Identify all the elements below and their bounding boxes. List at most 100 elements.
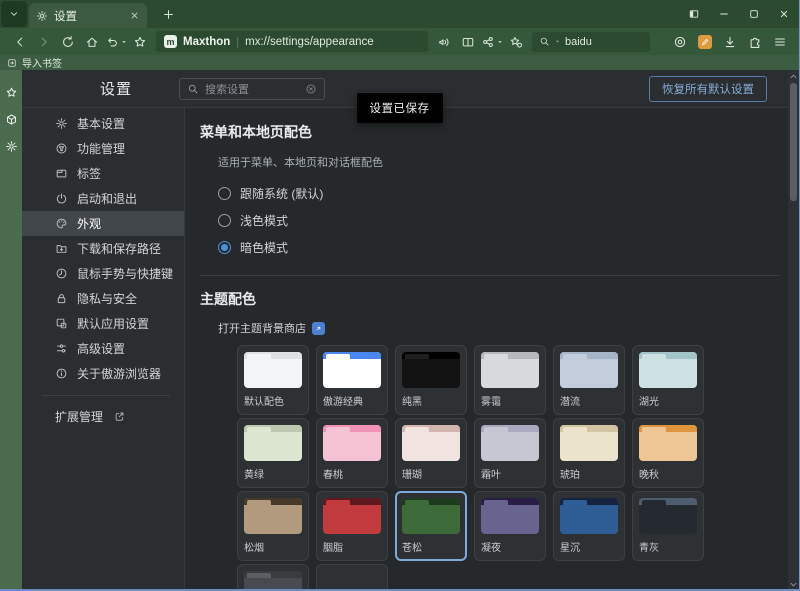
hamburger-icon	[773, 35, 787, 49]
settings-search-input[interactable]: 搜索设置	[179, 78, 325, 100]
theme-swatch-6[interactable]: 湖光	[632, 345, 704, 415]
settings-content: 菜单和本地页配色 适用于菜单、本地页和对话框配色 跟随系统 (默认)浅色模式暗色…	[185, 108, 799, 591]
theme-swatch-10[interactable]: 霜叶	[474, 418, 546, 488]
sidebar-item-10[interactable]: 高级设置	[22, 336, 184, 361]
tab-list-button[interactable]	[1, 1, 27, 27]
clear-search-icon[interactable]	[305, 83, 317, 95]
import-bookmarks-label[interactable]: 导入书签	[22, 55, 62, 70]
settings-menu: 基本设置功能管理标签启动和退出外观下载和保存路径鼠标手势与快捷键隐私与安全默认应…	[22, 108, 185, 591]
refresh-button[interactable]	[56, 31, 80, 53]
undo-button[interactable]	[104, 31, 128, 53]
theme-swatch-8[interactable]: 春桃	[316, 418, 388, 488]
camera-button[interactable]	[669, 31, 691, 53]
download-icon	[723, 35, 737, 49]
scrollbar-up-icon[interactable]	[788, 71, 799, 82]
sidebar-item-4[interactable]: 启动和退出	[22, 186, 184, 211]
radio-option-3[interactable]: 暗色模式	[218, 234, 779, 261]
forward-icon	[37, 35, 51, 49]
theme-preview	[639, 498, 697, 534]
action-icon-group	[669, 31, 791, 53]
hamburger-button[interactable]	[769, 31, 791, 53]
split-view-button[interactable]	[456, 31, 480, 53]
theme-swatch-12[interactable]: 晚秋	[632, 418, 704, 488]
theme-preview	[244, 571, 302, 591]
section-title-menu-colors: 菜单和本地页配色	[200, 122, 779, 142]
theme-swatch-13[interactable]: 松烟	[237, 491, 309, 561]
theme-swatch-19[interactable]: 暗夜	[237, 564, 309, 591]
theme-name: 琥珀	[560, 466, 618, 481]
theme-preview	[560, 425, 618, 461]
minimize-button[interactable]	[709, 0, 739, 28]
rail-star-button[interactable]	[1, 82, 21, 102]
radio-unchecked-icon[interactable]	[218, 214, 231, 227]
star-button[interactable]	[128, 31, 152, 53]
note-button[interactable]	[694, 31, 716, 53]
theme-swatch-7[interactable]: 黄绿	[237, 418, 309, 488]
sidebar-item-6[interactable]: 下载和保存路径	[22, 236, 184, 261]
theme-swatch-17[interactable]: 星沉	[553, 491, 625, 561]
close-button[interactable]	[769, 0, 799, 28]
theme-preview	[323, 352, 381, 388]
undo-caret-icon[interactable]	[120, 38, 128, 46]
sidebar-item-11[interactable]: 关于傲游浏览器	[22, 361, 184, 386]
clock-icon	[55, 267, 68, 280]
theme-swatch-3[interactable]: 纯黑	[395, 345, 467, 415]
search-engine-caret-icon[interactable]	[554, 38, 561, 45]
share-button[interactable]	[480, 31, 504, 53]
sidebar-item-8[interactable]: 隐私与安全	[22, 286, 184, 311]
sidebar-item-7[interactable]: 鼠标手势与快捷键	[22, 261, 184, 286]
sidebar-item-5[interactable]: 外观	[22, 211, 184, 236]
scrollbar[interactable]	[788, 70, 799, 591]
share-caret-icon[interactable]	[496, 38, 504, 46]
scrollbar-thumb[interactable]	[790, 83, 797, 201]
download-button[interactable]	[719, 31, 741, 53]
theme-preview	[323, 498, 381, 534]
sidebar-item-1[interactable]: 基本设置	[22, 111, 184, 136]
scrollbar-down-icon[interactable]	[788, 579, 799, 590]
add-theme-button[interactable]	[316, 564, 388, 591]
rail-cube-button[interactable]	[1, 109, 21, 129]
theme-preview	[402, 498, 460, 534]
star-gear-button[interactable]	[504, 31, 528, 53]
page-title: 设置	[100, 78, 132, 99]
theme-swatch-16[interactable]: 凝夜	[474, 491, 546, 561]
theme-swatch-18[interactable]: 青灰	[632, 491, 704, 561]
theme-swatch-1[interactable]: 默认配色	[237, 345, 309, 415]
sidebar-item-9[interactable]: 默认应用设置	[22, 311, 184, 336]
theme-swatch-4[interactable]: 雾霭	[474, 345, 546, 415]
puzzle-button[interactable]	[744, 31, 766, 53]
radio-checked-icon[interactable]	[218, 241, 231, 254]
radio-unchecked-icon[interactable]	[218, 187, 231, 200]
rail-gear-button[interactable]	[1, 136, 21, 156]
sidebar-item-3[interactable]: 标签	[22, 161, 184, 186]
theme-swatch-5[interactable]: 潜流	[553, 345, 625, 415]
restore-defaults-button[interactable]: 恢复所有默认设置	[649, 76, 767, 102]
win-layout-button[interactable]	[679, 0, 709, 28]
refresh-icon	[61, 35, 75, 49]
sidebar-item-extensions[interactable]: 扩展管理	[22, 404, 184, 429]
sidebar-item-2[interactable]: 功能管理	[22, 136, 184, 161]
theme-store-link[interactable]: 打开主题背景商店	[218, 320, 779, 336]
quick-search-box[interactable]: baidu	[532, 32, 650, 52]
read-aloud-button[interactable]	[432, 31, 456, 53]
tab-close-icon[interactable]	[129, 10, 140, 21]
theme-swatch-11[interactable]: 琥珀	[553, 418, 625, 488]
forward-button[interactable]	[32, 31, 56, 53]
theme-swatch-9[interactable]: 珊瑚	[395, 418, 467, 488]
radio-option-1[interactable]: 跟随系统 (默认)	[218, 180, 779, 207]
theme-swatch-2[interactable]: 傲游经典	[316, 345, 388, 415]
address-bar[interactable]: m Maxthon | mx://settings/appearance	[156, 31, 428, 52]
undo-icon	[105, 35, 119, 49]
maximize-button[interactable]	[739, 0, 769, 28]
tools-icon-group	[432, 31, 528, 53]
new-tab-button[interactable]	[156, 2, 180, 26]
back-button[interactable]	[8, 31, 32, 53]
radio-option-2[interactable]: 浅色模式	[218, 207, 779, 234]
theme-preview	[244, 352, 302, 388]
theme-swatch-15[interactable]: 苍松	[395, 491, 467, 561]
theme-swatch-14[interactable]: 胭脂	[316, 491, 388, 561]
home-button[interactable]	[80, 31, 104, 53]
external-link-icon	[312, 322, 325, 335]
url-separator: |	[236, 36, 239, 48]
tab-settings[interactable]: 设置	[29, 3, 147, 28]
